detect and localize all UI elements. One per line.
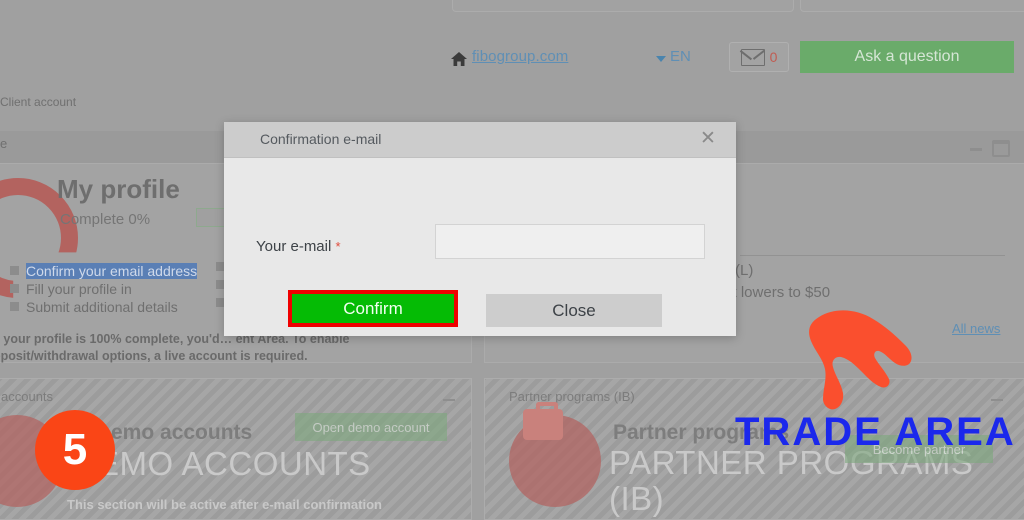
collapse-icon[interactable] <box>443 399 455 401</box>
maximize-icon[interactable] <box>992 140 1010 157</box>
watermark-text: TRADE AREA <box>735 410 1016 454</box>
checkbox-icon <box>10 302 19 311</box>
briefcase-handle-icon <box>536 402 558 414</box>
open-demo-account-button[interactable]: Open demo account <box>295 413 447 441</box>
list-item[interactable]: Confirm your email address <box>10 262 198 279</box>
step-number-badge: 5 <box>35 410 115 490</box>
all-news-link[interactable]: All news <box>952 321 1000 336</box>
confirm-button-highlight: Confirm <box>288 290 458 327</box>
modal-title: Confirmation e-mail <box>260 131 382 147</box>
list-item[interactable]: Submit additional details <box>10 298 197 315</box>
panel-headline: EMO ACCOUNTS <box>97 445 371 482</box>
close-button[interactable]: Close <box>486 294 662 327</box>
checkbox-icon <box>10 266 19 275</box>
messages-button[interactable]: 0 <box>729 42 789 72</box>
window-tab-label: e <box>0 136 8 151</box>
list-item[interactable]: Fill your profile in <box>10 280 197 297</box>
message-count: 0 <box>769 49 778 65</box>
panel-subtitle: emo accounts <box>111 421 253 444</box>
panel-footnote: This section will be active after e-mail… <box>67 497 382 512</box>
modal-header: Confirmation e-mail ✕ <box>224 122 736 158</box>
language-selector-label[interactable]: EN <box>670 48 691 65</box>
panel-tab-label: accounts <box>1 389 54 404</box>
top-card-left <box>452 0 794 12</box>
confirmation-email-modal: Confirmation e-mail ✕ Your e-mail * Conf… <box>224 122 736 336</box>
email-field[interactable] <box>435 224 705 259</box>
close-icon[interactable]: ✕ <box>698 129 718 149</box>
home-icon <box>451 52 467 66</box>
collapse-icon[interactable] <box>991 399 1003 401</box>
top-card-right <box>800 0 1024 12</box>
checkbox-icon <box>10 284 19 293</box>
chevron-down-icon[interactable] <box>656 56 666 62</box>
profile-complete-text: Complete 0% <box>60 211 151 228</box>
checklist-label-confirm-email: Confirm your email address <box>26 262 198 279</box>
minimize-icon[interactable] <box>970 148 982 151</box>
page-title: My profile <box>57 174 180 204</box>
breadcrumb: Client account <box>0 95 77 109</box>
checklist-label-submit-details: Submit additional details <box>26 298 178 315</box>
email-label-text: Your e-mail <box>256 238 332 255</box>
envelope-icon <box>740 48 765 66</box>
profile-checklist: Confirm your email address Fill your pro… <box>10 262 198 316</box>
ask-a-question-button[interactable]: Ask a question <box>800 41 1014 73</box>
email-field-label: Your e-mail * <box>256 238 341 255</box>
bull-logo-icon <box>809 310 912 410</box>
modal-body: Your e-mail * Confirm Close <box>224 158 736 337</box>
confirm-button[interactable]: Confirm <box>292 294 454 323</box>
news-text-line-1: (L) <box>735 262 754 279</box>
divider <box>740 255 1005 256</box>
checklist-label-fill-profile: Fill your profile in <box>26 280 132 297</box>
required-marker: * <box>335 239 341 254</box>
site-link[interactable]: fibogroup.com <box>472 48 568 65</box>
panel-tab-label: Partner programs (IB) <box>509 389 635 404</box>
